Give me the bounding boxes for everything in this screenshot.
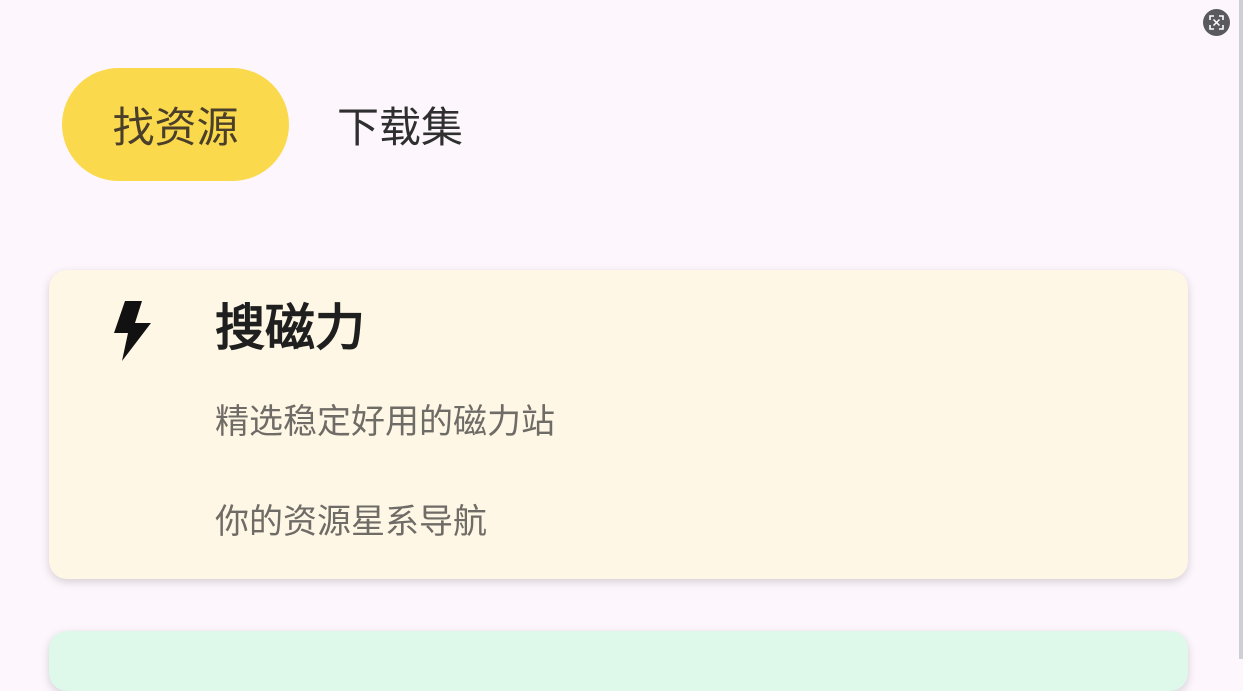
screen-capture-button[interactable]	[1203, 9, 1230, 36]
window-edge	[1239, 0, 1243, 659]
screen-capture-icon	[1209, 15, 1224, 30]
tab-label: 下载集	[337, 103, 464, 152]
top-tabs: 找资源 下载集	[62, 68, 463, 181]
tab-label: 找资源	[112, 103, 239, 152]
lightning-bolt-icon	[114, 301, 151, 361]
card-description: 你的资源星系导航	[215, 502, 487, 542]
next-card[interactable]	[49, 631, 1188, 691]
card-title: 搜磁力	[215, 299, 365, 357]
card-description: 精选稳定好用的磁力站	[215, 402, 555, 442]
tab-downloads[interactable]: 下载集	[337, 68, 463, 181]
magnet-search-card[interactable]: 搜磁力 精选稳定好用的磁力站 你的资源星系导航	[49, 270, 1188, 579]
tab-find-resources[interactable]: 找资源	[62, 68, 289, 181]
